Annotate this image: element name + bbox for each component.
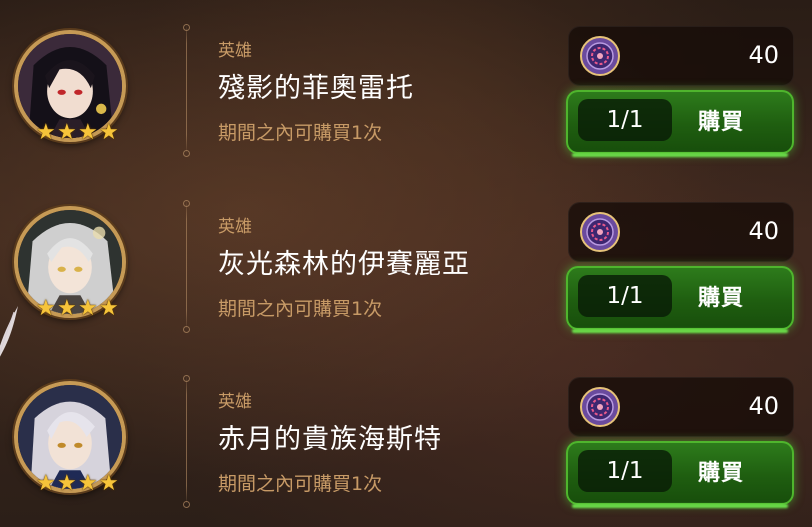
purchase-count: 1/1 [578, 450, 672, 492]
item-category: 英雄 [218, 41, 252, 61]
divider-dot [183, 326, 190, 333]
purple-coin-icon [580, 212, 620, 252]
purchase-count: 1/1 [578, 99, 672, 141]
divider-dot [183, 24, 190, 31]
gold-star-icon: ★ [57, 120, 77, 145]
price-value: 40 [748, 41, 779, 69]
divider-dot [183, 200, 190, 207]
buy-label: 購買 [698, 461, 745, 486]
row-divider [186, 200, 187, 330]
purchase-limit-text: 期間之內可購買1次 [218, 473, 383, 495]
gold-star-icon: ★ [99, 296, 119, 321]
buy-button[interactable]: 1/1 購買 [566, 266, 794, 330]
price-box: 40 [568, 202, 794, 262]
buy-button[interactable]: 1/1 購買 [566, 441, 794, 505]
purchase-count: 1/1 [578, 275, 672, 317]
gold-star-icon: ★ [36, 296, 56, 321]
price-box: 40 [568, 377, 794, 437]
gold-star-icon: ★ [36, 120, 56, 145]
gold-star-icon: ★ [99, 471, 119, 496]
divider-dot [183, 150, 190, 157]
star-rating: ★ ★ ★ ★ [36, 122, 120, 144]
gold-star-icon: ★ [36, 471, 56, 496]
gold-star-icon: ★ [78, 120, 98, 145]
shop-item-row: ★ ★ ★ ★ 英雄 赤月的貴族海斯特 期間之內可購買1次 40 1/1 購買 [0, 351, 812, 521]
price-box: 40 [568, 26, 794, 86]
purple-coin-icon [580, 387, 620, 427]
gold-star-icon: ★ [78, 471, 98, 496]
hero-name: 灰光森林的伊賽麗亞 [218, 249, 470, 280]
shop-item-row: ★ ★ ★ ★ 英雄 殘影的菲奧雷托 期間之內可購買1次 40 1/1 購買 [0, 0, 812, 170]
gold-star-icon: ★ [78, 296, 98, 321]
gold-star-icon: ★ [57, 296, 77, 321]
price-value: 40 [748, 217, 779, 245]
buy-label: 購買 [698, 110, 745, 135]
purchase-limit-text: 期間之內可購買1次 [218, 122, 383, 144]
gold-star-icon: ★ [99, 120, 119, 145]
buy-button[interactable]: 1/1 購買 [566, 90, 794, 154]
item-category: 英雄 [218, 392, 252, 412]
buy-label: 購買 [698, 286, 745, 311]
hero-name: 殘影的菲奧雷托 [218, 73, 414, 104]
gold-star-icon: ★ [57, 471, 77, 496]
price-value: 40 [748, 392, 779, 420]
item-category: 英雄 [218, 217, 252, 237]
row-divider [186, 24, 187, 154]
shop-item-row: ★ ★ ★ ★ 英雄 灰光森林的伊賽麗亞 期間之內可購買1次 40 1/1 購買 [0, 176, 812, 346]
purchase-limit-text: 期間之內可購買1次 [218, 298, 383, 320]
star-rating: ★ ★ ★ ★ [36, 473, 120, 495]
purple-coin-icon [580, 36, 620, 76]
row-divider [186, 375, 187, 505]
divider-dot [183, 375, 190, 382]
divider-dot [183, 501, 190, 508]
star-rating: ★ ★ ★ ★ [36, 298, 120, 320]
hero-name: 赤月的貴族海斯特 [218, 424, 442, 455]
